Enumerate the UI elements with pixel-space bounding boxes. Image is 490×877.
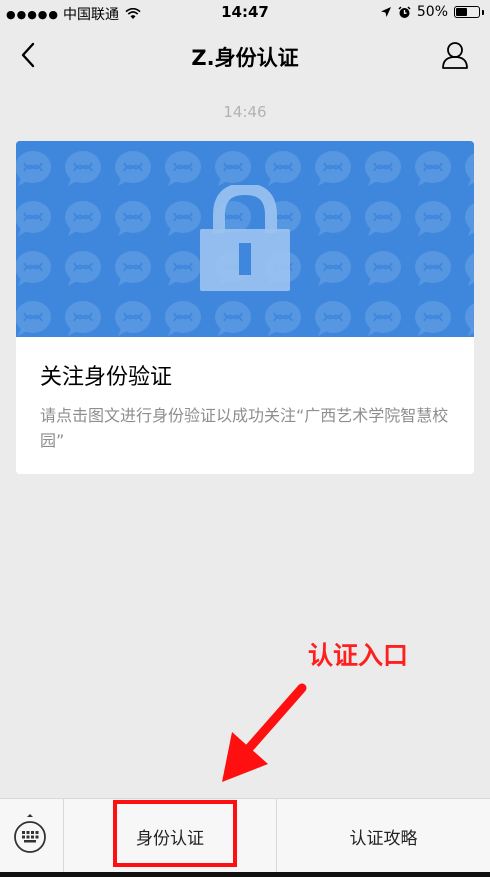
- page-title: Z.身份认证: [191, 46, 299, 70]
- status-right: 50%: [380, 4, 484, 20]
- message-timestamp: 14:46: [223, 103, 267, 121]
- status-bar: ●●●●● 中国联通 14:47 50%: [0, 0, 490, 28]
- annotation-label: 认证入口: [308, 641, 409, 670]
- annotation-highlight-box: [113, 800, 237, 867]
- nav-bar: Z.身份认证: [0, 28, 490, 82]
- card-cover-image: [16, 141, 474, 337]
- alarm-clock-icon: [398, 5, 411, 18]
- screen-bottom-edge: [0, 872, 490, 877]
- battery-percent: 50%: [416, 4, 448, 20]
- location-arrow-icon: [380, 7, 391, 17]
- keyboard-toggle-button[interactable]: [0, 799, 64, 873]
- article-card[interactable]: 关注身份验证 请点击图文进行身份验证以成功关注“广西艺术学院智慧校园”: [16, 141, 474, 474]
- padlock-icon: [200, 185, 290, 291]
- keyboard-icon: [14, 814, 46, 853]
- profile-icon[interactable]: [440, 40, 470, 70]
- card-title: 关注身份验证: [40, 365, 173, 390]
- bottom-menu-bar: 身份认证 认证攻略: [0, 798, 490, 873]
- card-description: 请点击图文进行身份验证以成功关注“广西艺术学院智慧校园”: [40, 406, 449, 450]
- menu-auth-guide[interactable]: 认证攻略: [277, 799, 490, 873]
- battery-level-fill: [456, 8, 467, 16]
- battery-icon: [454, 6, 484, 18]
- annotation-arrow-icon: [222, 683, 307, 782]
